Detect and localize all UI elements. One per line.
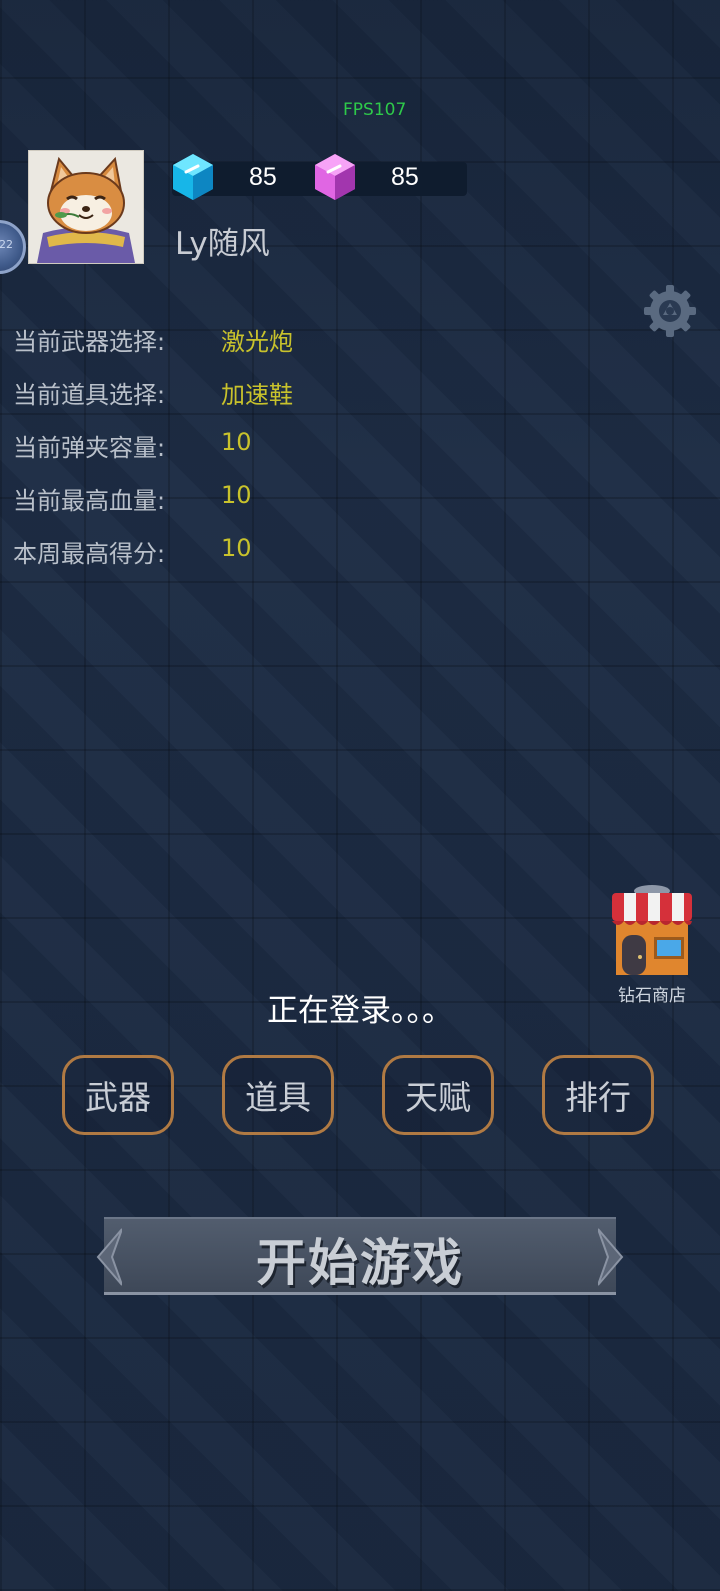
stat-value: 10 (221, 428, 252, 456)
stat-value: 激光炮 (221, 328, 293, 356)
stat-label: 当前武器选择: (13, 328, 166, 356)
level-badge-number: 22 (0, 238, 13, 251)
stat-label: 当前弹夹容量: (13, 434, 166, 462)
stat-row-item: 当前道具选择: 加速鞋 (13, 375, 413, 428)
start-game-label: 开始游戏 (256, 1234, 464, 1292)
start-game-button[interactable]: 开始游戏 (96, 1213, 624, 1301)
weapons-button[interactable]: 武器 (62, 1055, 174, 1135)
login-status-text: 正在登录。。。 (267, 993, 453, 1029)
ranking-button[interactable]: 排行 (542, 1055, 654, 1135)
pink-gem-icon (312, 152, 358, 202)
settings-button[interactable] (642, 283, 698, 339)
blue-gem-count: 85 (249, 163, 277, 191)
level-badge[interactable]: 22 (0, 220, 26, 274)
talent-button[interactable]: 天赋 (382, 1055, 494, 1135)
blue-gem-icon (170, 152, 216, 202)
stat-value: 10 (221, 481, 252, 509)
stat-value: 加速鞋 (221, 381, 293, 409)
stat-value: 10 (221, 534, 252, 562)
stat-row-weapon: 当前武器选择: 激光炮 (13, 322, 413, 375)
shiba-dog-avatar (29, 151, 143, 263)
fps-counter: FPS107 (343, 100, 407, 120)
player-name: Ly随风 (175, 226, 270, 262)
gear-icon (644, 285, 696, 337)
avatar[interactable] (28, 150, 144, 264)
stat-row-score: 本周最高得分: 10 (13, 534, 413, 587)
stat-label: 当前道具选择: (13, 381, 166, 409)
stat-row-ammo: 当前弹夹容量: 10 (13, 428, 413, 481)
items-button[interactable]: 道具 (222, 1055, 334, 1135)
shop-icon (612, 885, 692, 975)
player-stats-list: 当前武器选择: 激光炮 当前道具选择: 加速鞋 当前弹夹容量: 10 当前最高血… (13, 322, 413, 587)
stat-row-health: 当前最高血量: 10 (13, 481, 413, 534)
stat-label: 当前最高血量: (13, 487, 166, 515)
stat-label: 本周最高得分: (13, 540, 166, 568)
pink-gem-count: 85 (391, 163, 419, 191)
